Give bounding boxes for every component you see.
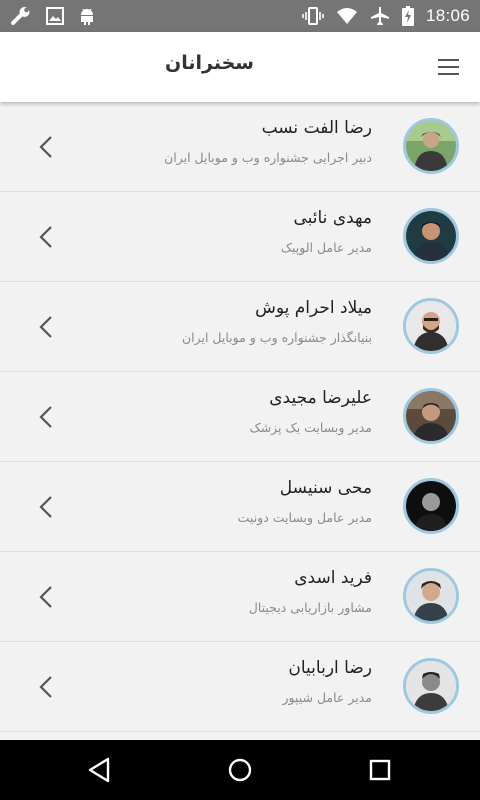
- chevron-left-icon: [39, 406, 52, 428]
- chevron-left-icon: [39, 496, 52, 518]
- speaker-name: علیرضا مجیدی: [269, 388, 372, 408]
- recents-icon[interactable]: [365, 755, 395, 785]
- home-icon[interactable]: [225, 755, 255, 785]
- app-bar: سخنرانان: [0, 32, 480, 102]
- speaker-row[interactable]: [0, 732, 480, 740]
- speaker-name: مهدی نائبی: [293, 208, 372, 228]
- page-title: سخنرانان: [165, 52, 254, 74]
- speaker-row[interactable]: میلاد احرام پوش بنیانگذار جشنواره وب و م…: [0, 282, 480, 372]
- chevron-left-icon: [39, 316, 52, 338]
- airplane-icon: [370, 7, 389, 25]
- wrench-icon: [11, 7, 30, 25]
- speaker-list[interactable]: رضا الفت نسب دبیر اجرایی جشنواره وب و مو…: [0, 102, 480, 740]
- speaker-name: میلاد احرام پوش: [255, 298, 372, 318]
- speaker-name: رضا اربابیان: [288, 658, 372, 678]
- speaker-name: محی سنیسل: [279, 478, 372, 498]
- avatar: [403, 388, 459, 444]
- avatar: [403, 568, 459, 624]
- battery-charging-icon: [401, 6, 414, 26]
- status-left-icons: [10, 6, 96, 26]
- speaker-name: رضا الفت نسب: [261, 118, 372, 138]
- menu-line: [438, 66, 459, 68]
- status-bar: 18:06: [0, 0, 480, 32]
- speaker-row[interactable]: محی سنیسل مدیر عامل وبسایت دونیت: [0, 462, 480, 552]
- menu-line: [438, 59, 459, 61]
- speaker-role: مشاور بازاریابی دیجیتال: [248, 600, 372, 615]
- speaker-role: مدیر عامل الوپیک: [280, 240, 372, 255]
- speaker-row[interactable]: رضا الفت نسب دبیر اجرایی جشنواره وب و مو…: [0, 102, 480, 192]
- hamburger-menu-icon[interactable]: [430, 54, 466, 82]
- wifi-icon: [336, 8, 357, 24]
- speaker-row[interactable]: مهدی نائبی مدیر عامل الوپیک: [0, 192, 480, 282]
- speaker-row[interactable]: فرید اسدی مشاور بازاریابی دیجیتال: [0, 552, 480, 642]
- vibrate-icon: [302, 7, 324, 25]
- avatar: [403, 208, 459, 264]
- chevron-left-icon: [39, 136, 52, 158]
- avatar: [403, 298, 459, 354]
- android-icon: [81, 8, 93, 25]
- back-icon[interactable]: [85, 755, 115, 785]
- chevron-left-icon: [39, 226, 52, 248]
- chevron-left-icon: [39, 676, 52, 698]
- status-right-icons: 18:06: [302, 0, 470, 32]
- avatar: [403, 658, 459, 714]
- status-time: 18:06: [425, 6, 470, 25]
- chevron-left-icon: [39, 586, 52, 608]
- speaker-role: دبیر اجرایی جشنواره وب و موبایل ایران: [164, 150, 372, 165]
- speaker-role: مدیر وبسایت یک پزشک: [249, 420, 373, 435]
- speaker-name: فرید اسدی: [294, 568, 372, 588]
- menu-line: [438, 73, 459, 75]
- speaker-row[interactable]: علیرضا مجیدی مدیر وبسایت یک پزشک: [0, 372, 480, 462]
- avatar: [403, 118, 459, 174]
- speaker-row[interactable]: رضا اربابیان مدیر عامل شیپور: [0, 642, 480, 732]
- speaker-role: بنیانگذار جشنواره وب و موبایل ایران: [181, 330, 372, 345]
- image-icon: [46, 7, 64, 25]
- speaker-role: مدیر عامل شیپور: [282, 690, 372, 705]
- speaker-role: مدیر عامل وبسایت دونیت: [237, 510, 372, 525]
- avatar: [403, 478, 459, 534]
- nav-bar: [0, 740, 480, 800]
